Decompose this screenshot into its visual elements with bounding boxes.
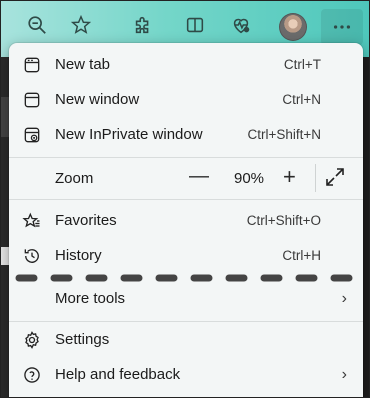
menu-item-new-inprivate-window[interactable]: New InPrivate window Ctrl+Shift+N bbox=[9, 117, 363, 152]
zoom-in-button[interactable]: + bbox=[283, 164, 296, 190]
browser-essentials-icon[interactable] bbox=[227, 11, 255, 39]
shortcut-label: Ctrl+Shift+O bbox=[246, 213, 321, 228]
shortcut-label: Ctrl+N bbox=[282, 92, 321, 107]
divider bbox=[315, 164, 316, 192]
zoom-value: 90% bbox=[234, 169, 265, 187]
avatar[interactable] bbox=[279, 13, 307, 41]
help-icon bbox=[21, 364, 43, 386]
zoom-out-button[interactable]: — bbox=[189, 165, 209, 188]
menu-item-label: Settings bbox=[55, 331, 110, 348]
menu-item-more-tools[interactable]: More tools › bbox=[9, 281, 363, 316]
star-icon[interactable] bbox=[67, 11, 95, 39]
split-screen-icon[interactable] bbox=[181, 11, 209, 39]
background-page bbox=[1, 57, 9, 397]
menu-item-help-and-feedback[interactable]: Help and feedback › bbox=[9, 357, 363, 392]
menu-item-new-window[interactable]: New window Ctrl+N bbox=[9, 82, 363, 117]
more-icon[interactable] bbox=[321, 9, 363, 45]
new-tab-icon bbox=[21, 54, 43, 76]
menu-item-label: History bbox=[55, 247, 102, 264]
zoom-label: Zoom bbox=[55, 169, 94, 187]
zoom-out-icon[interactable] bbox=[23, 11, 51, 39]
zoom-row: Zoom — 90% + bbox=[9, 161, 363, 195]
chevron-right-icon: › bbox=[341, 365, 347, 383]
menu-item-favorites[interactable]: Favorites Ctrl+Shift+O bbox=[9, 203, 363, 238]
shortcut-label: Ctrl+H bbox=[282, 248, 321, 263]
divider bbox=[9, 157, 363, 158]
menu-item-history[interactable]: History Ctrl+H bbox=[9, 238, 363, 273]
shortcut-label: Ctrl+Shift+N bbox=[247, 127, 321, 142]
menu-item-label: Help and feedback bbox=[55, 366, 181, 383]
menu-item-new-tab[interactable]: New tab Ctrl+T bbox=[9, 47, 363, 82]
history-icon bbox=[21, 245, 43, 267]
browser-window: New tab Ctrl+T New window Ctrl+N New InP… bbox=[0, 0, 370, 398]
favorites-icon bbox=[21, 210, 43, 232]
fullscreen-icon[interactable] bbox=[323, 165, 349, 191]
menu-item-label: New InPrivate window bbox=[55, 126, 203, 143]
menu-item-label: More tools bbox=[55, 290, 126, 307]
menu-item-label: New window bbox=[55, 91, 140, 108]
settings-menu: New tab Ctrl+T New window Ctrl+N New InP… bbox=[9, 43, 363, 397]
menu-item-label: New tab bbox=[55, 56, 111, 73]
shortcut-label: Ctrl+T bbox=[283, 57, 321, 72]
chevron-right-icon: › bbox=[341, 289, 347, 307]
new-window-icon bbox=[21, 89, 43, 111]
inprivate-icon bbox=[21, 124, 43, 146]
menu-item-settings[interactable]: Settings bbox=[9, 322, 363, 357]
gear-icon bbox=[21, 329, 43, 351]
menu-item-label: Favorites bbox=[55, 212, 117, 229]
divider bbox=[9, 199, 363, 200]
extensions-icon[interactable] bbox=[129, 11, 157, 39]
